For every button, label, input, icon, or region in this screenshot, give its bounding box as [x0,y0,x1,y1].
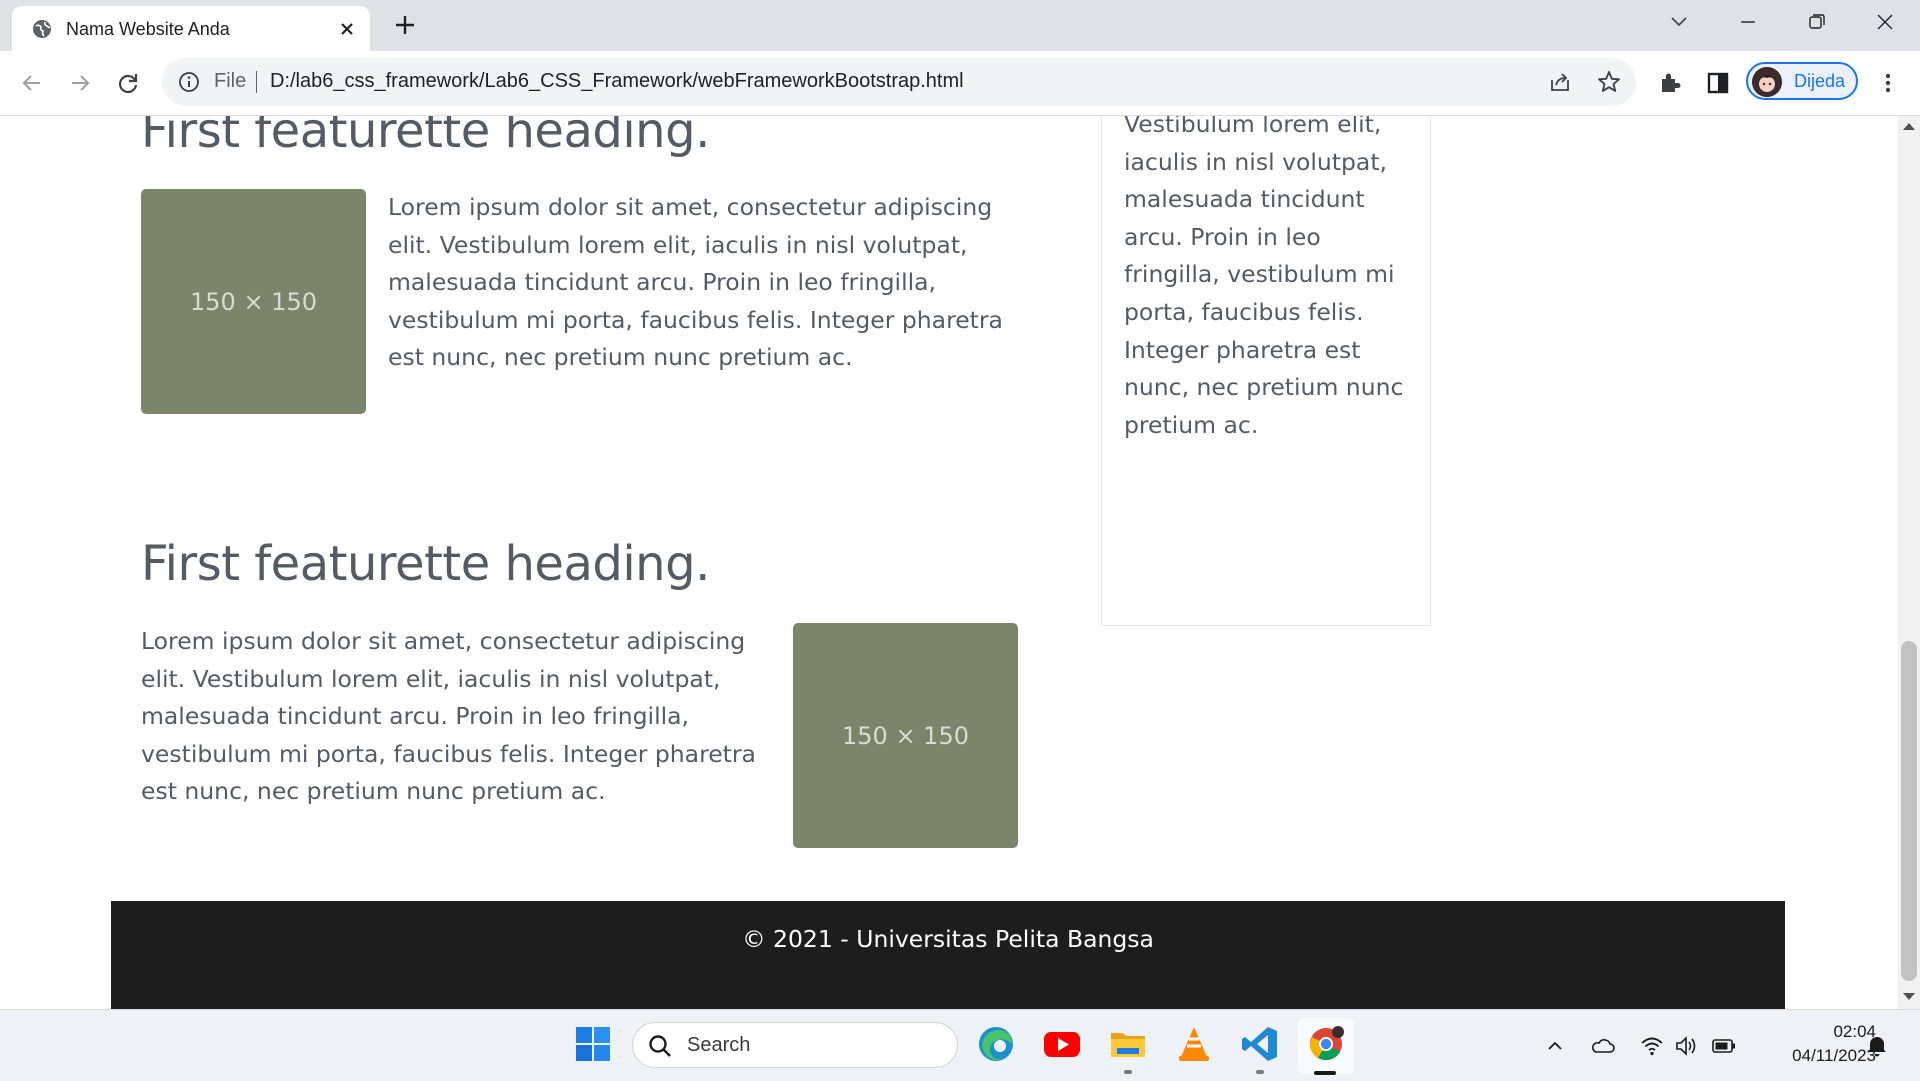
wifi-icon[interactable] [1639,1033,1665,1059]
sidebar-card: Vestibulum lorem elit, iaculis in nisl v… [1101,116,1431,626]
chrome-icon[interactable] [1306,1024,1346,1064]
battery-icon[interactable] [1711,1033,1737,1059]
image-size-label: 150 × 150 [190,287,317,316]
running-indicator [1256,1070,1264,1074]
globe-icon [33,20,51,38]
extensions-puzzle-icon[interactable] [1656,69,1684,97]
file-explorer-icon[interactable] [1108,1024,1148,1064]
youtube-icon[interactable] [1042,1024,1082,1064]
edge-icon[interactable] [976,1024,1016,1064]
restore-icon[interactable] [1801,10,1831,34]
clock[interactable]: 02:04 04/11/2023 [1750,1020,1876,1068]
avatar [1752,67,1782,97]
start-icon[interactable] [573,1024,613,1064]
forward-icon[interactable] [66,69,94,97]
search-icon [649,1035,671,1057]
footer-copyright: © 2021 - Universitas Pelita Bangsa [742,925,1154,953]
clock-time: 02:04 [1833,1022,1876,1041]
search-label: Search [687,1034,751,1056]
featurette-heading-1: First featurette heading. [141,116,710,159]
tab-title: Nama Website Anda [66,19,230,39]
bookmark-star-icon[interactable] [1596,69,1622,95]
address-bar[interactable]: File D:/lab6_css_framework/Lab6_CSS_Fram… [162,58,1636,106]
running-indicator [1124,1070,1132,1074]
page-content: First featurette heading. 150 × 150 Lore… [0,116,1898,1009]
active-indicator [1314,1071,1336,1075]
scroll-up-arrow-icon[interactable] [1903,123,1915,130]
url-text[interactable]: D:/lab6_css_framework/Lab6_CSS_Framework… [270,70,964,93]
sidebar-text: Vestibulum lorem elit, iaculis in nisl v… [1124,116,1404,439]
browser-toolbar: File D:/lab6_css_framework/Lab6_CSS_Fram… [0,51,1920,116]
profile-name: Dijeda [1794,71,1846,91]
notification-bell-icon[interactable] [1864,1032,1890,1058]
featurette-heading-2: First featurette heading. [141,536,710,592]
scroll-thumb[interactable] [1901,641,1917,981]
featurette-text-1: Lorem ipsum dolor sit amet, consectetur … [388,193,1003,372]
info-icon[interactable] [178,71,200,93]
featurette-text-2: Lorem ipsum dolor sit amet, consectetur … [141,627,756,806]
featurette-image-2: 150 × 150 [793,623,1018,848]
reload-icon[interactable] [114,69,142,97]
scroll-down-arrow-icon[interactable] [1903,993,1915,1000]
footer: © 2021 - Universitas Pelita Bangsa [111,901,1785,1009]
url-separator [256,71,257,93]
tab-search-icon[interactable] [1664,10,1694,34]
clock-date: 04/11/2023 [1792,1046,1876,1065]
back-icon[interactable] [18,69,46,97]
featurette-image-1: 150 × 150 [141,189,366,414]
tab-strip: Nama Website Anda [0,0,1920,51]
profile-button[interactable]: Dijeda [1746,62,1858,100]
url-scheme-label: File [214,70,247,92]
onedrive-cloud-icon[interactable] [1590,1033,1616,1059]
new-tab-icon[interactable] [392,12,418,38]
more-menu-icon[interactable] [1874,69,1902,97]
page-scrollbar[interactable] [1898,116,1920,1009]
close-window-icon[interactable] [1870,10,1900,34]
taskbar-search-box[interactable]: Search [632,1022,958,1068]
taskbar: Search 02:04 04/11/2023 [0,1009,1920,1081]
close-tab-icon[interactable] [336,18,358,40]
volume-icon[interactable] [1674,1033,1700,1059]
browser-tab[interactable]: Nama Website Anda [12,6,370,51]
minimize-icon[interactable] [1733,10,1763,34]
side-panel-icon[interactable] [1704,69,1732,97]
image-size-label: 150 × 150 [842,721,969,750]
vscode-icon[interactable] [1240,1024,1280,1064]
vlc-icon[interactable] [1174,1024,1214,1064]
share-icon[interactable] [1548,70,1572,94]
chevron-up-icon[interactable] [1542,1033,1568,1059]
